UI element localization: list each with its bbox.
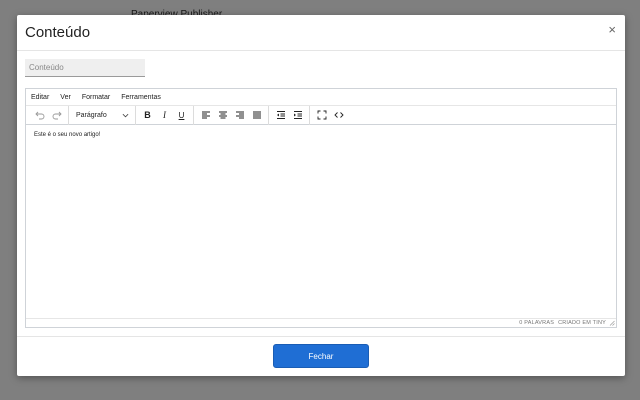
resize-handle-icon[interactable]: [609, 320, 615, 326]
align-left-icon: [201, 111, 210, 119]
word-count[interactable]: 0 PALAVRAS: [519, 320, 554, 326]
block-format-select[interactable]: Parágrafo: [72, 108, 132, 123]
block-format-label: Parágrafo: [76, 111, 107, 119]
view-group: [310, 106, 350, 125]
modal-header: Conteúdo ×: [17, 15, 625, 51]
align-right-button[interactable]: [231, 108, 248, 123]
fullscreen-button[interactable]: [313, 108, 330, 123]
text-style-group: B I U: [136, 105, 194, 125]
editor-content-area[interactable]: Este é o seu novo artigo!: [26, 125, 616, 319]
editor-paragraph[interactable]: Este é o seu novo artigo!: [34, 132, 608, 138]
align-right-icon: [235, 111, 244, 119]
block-format-group: Parágrafo: [69, 105, 136, 125]
menu-ferramentas[interactable]: Ferramentas: [119, 92, 163, 103]
align-center-button[interactable]: [214, 108, 231, 123]
undo-button[interactable]: [31, 108, 48, 123]
menu-editar[interactable]: Editar: [29, 92, 51, 103]
indent-group: [269, 105, 310, 125]
content-modal: Conteúdo × Editar Ver Formatar Ferrament…: [17, 15, 625, 376]
rich-text-editor: Editar Ver Formatar Ferramentas Parágraf…: [25, 88, 617, 328]
alignment-group: [194, 105, 269, 125]
italic-button[interactable]: I: [156, 108, 173, 123]
redo-icon: [52, 111, 62, 120]
modal-title: Conteúdo: [25, 24, 91, 41]
undo-icon: [34, 111, 44, 120]
title-input[interactable]: [25, 59, 145, 77]
history-group: [28, 105, 69, 125]
indent-icon: [293, 111, 302, 119]
modal-footer: Fechar: [17, 336, 625, 376]
menu-formatar[interactable]: Formatar: [80, 92, 112, 103]
bold-button[interactable]: B: [139, 108, 156, 123]
outdent-icon: [276, 111, 285, 119]
fechar-button[interactable]: Fechar: [273, 344, 369, 368]
align-justify-icon: [252, 111, 261, 119]
bold-icon: B: [144, 110, 151, 120]
editor-menubar: Editar Ver Formatar Ferramentas: [26, 89, 616, 106]
code-icon: [333, 112, 344, 118]
chevron-down-icon: [122, 113, 129, 117]
powered-by-link[interactable]: CRIADO EM TINY: [558, 320, 606, 326]
editor-statusbar: 0 PALAVRAS CRIADO EM TINY: [26, 318, 616, 327]
editor-toolbar: Parágrafo B I U: [26, 105, 616, 125]
italic-icon: I: [163, 110, 166, 120]
redo-button[interactable]: [48, 108, 65, 123]
align-justify-button[interactable]: [248, 108, 265, 123]
align-left-button[interactable]: [197, 108, 214, 123]
outdent-button[interactable]: [272, 108, 289, 123]
fullscreen-icon: [317, 110, 326, 120]
close-icon[interactable]: ×: [608, 23, 616, 37]
menu-ver[interactable]: Ver: [58, 92, 73, 103]
underline-icon: U: [178, 110, 185, 120]
align-center-icon: [218, 111, 227, 119]
underline-button[interactable]: U: [173, 108, 190, 123]
source-code-button[interactable]: [330, 108, 347, 123]
indent-button[interactable]: [289, 108, 306, 123]
